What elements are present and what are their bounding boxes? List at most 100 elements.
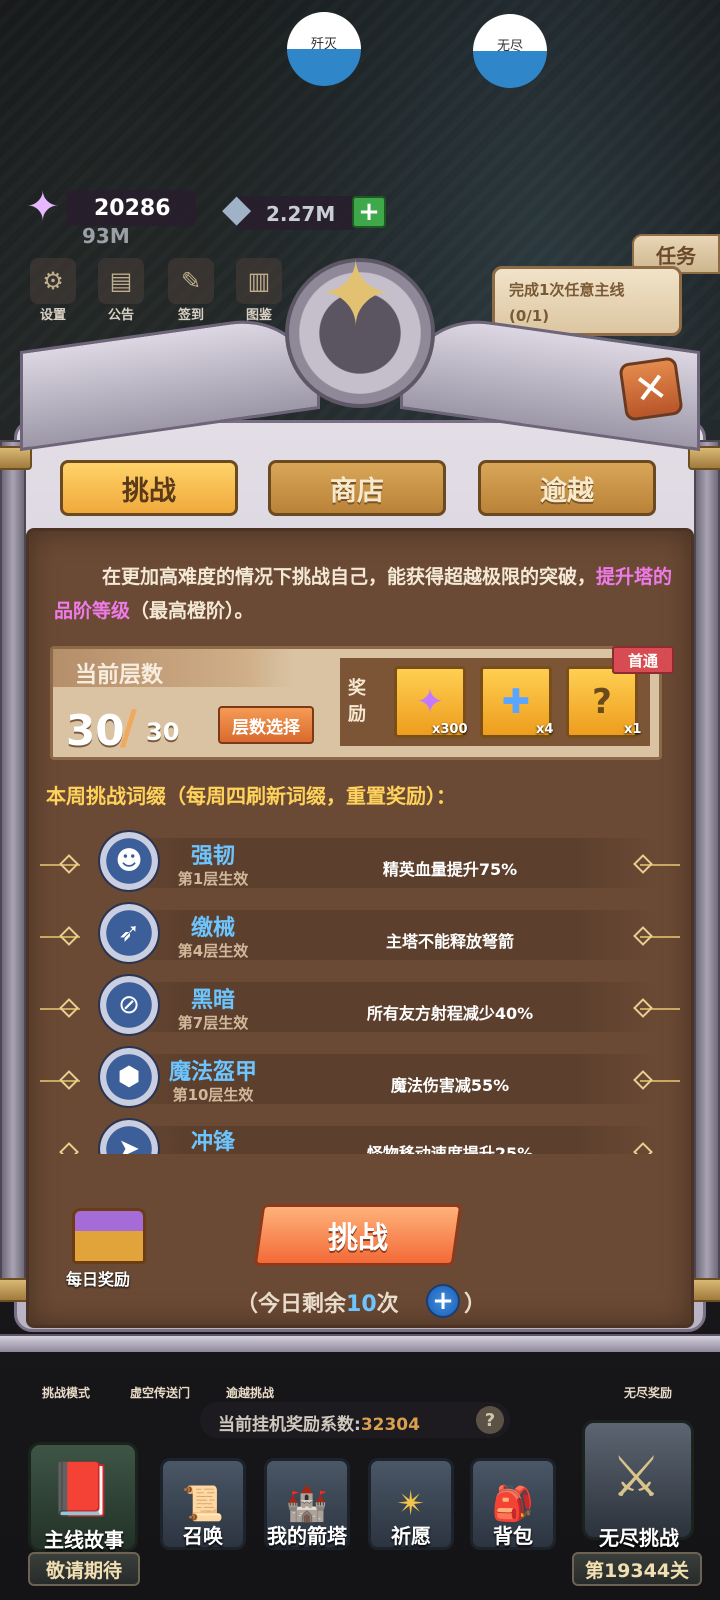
crystal-icon: ◆ (222, 186, 252, 230)
add-attempts-button[interactable]: + (426, 1284, 460, 1318)
demon-plus-icon: ☻ (98, 830, 160, 892)
description-tail: （最高橙阶）。 (130, 600, 254, 622)
broken-arrow-icon: ➶ (98, 902, 160, 964)
mystery-box-icon: ? (592, 682, 612, 722)
floor-max: 30 (146, 718, 180, 746)
challenge-description: 在更加高难度的情况下挑战自己，能获得超越极限的突破，提升塔的品阶等级（最高橙阶）… (54, 560, 680, 628)
affix-row: ➤ 冲锋 怪物移动速度提升25% (40, 1118, 680, 1154)
endless-level-badge: 第19344关 (572, 1552, 702, 1586)
rainbow-star-icon: ✦ (415, 682, 445, 722)
hexagon-armor-icon: ⬢ (98, 1046, 160, 1108)
settings-button[interactable]: ⚙ 设置 (30, 258, 83, 323)
affix-floor: 第1层生效 (177, 870, 249, 888)
diamond-ornament-icon (59, 1142, 79, 1154)
affix-floor: 第4层生效 (177, 942, 249, 960)
diamond-ornament-icon (59, 998, 79, 1018)
challenge-mode-label[interactable]: 挑战模式 (42, 1384, 90, 1401)
remaining-unit: 次 (376, 1292, 399, 1317)
crossed-eye-icon: ⊘ (98, 974, 160, 1036)
endless-reward-label[interactable]: 无尽奖励 (624, 1384, 672, 1401)
affix-row: ⊘ 黑暗 第7层生效 所有友方射程减少40% (40, 974, 680, 1036)
left-pillar (0, 440, 26, 1300)
compass-star-icon: ✦ (318, 242, 394, 347)
checkin-button[interactable]: ✎ 签到 (168, 258, 221, 323)
void-portal-label[interactable]: 虚空传送门 (130, 1384, 190, 1401)
right-pillar (694, 440, 720, 1300)
scroll-summon-icon: 📜 (181, 1484, 225, 1524)
annihilate-mode-button[interactable]: 歼灭 (287, 12, 361, 86)
checkin-label: 签到 (177, 308, 204, 323)
description-text: 在更加高难度的情况下挑战自己，能获得超越极限的突破， (102, 566, 597, 588)
first-clear-badge: 首通 (612, 646, 674, 674)
daily-reward-label: 每日奖励 (66, 1270, 131, 1289)
book-icon: ▥ (236, 258, 282, 304)
affix-effect: 精英血量提升75% (382, 860, 518, 879)
floor-header: 当前层数 (53, 649, 293, 688)
tab-challenge[interactable]: 挑战 (60, 460, 238, 516)
sword-shield-icon: ⚔ (611, 1445, 662, 1510)
coef-label: 当前挂机奖励系数: (218, 1415, 361, 1435)
scroll-icon: ▤ (98, 258, 144, 304)
affix-name: 魔法盔甲 (168, 1060, 257, 1085)
remaining-open: （今日剩余 (236, 1292, 347, 1317)
help-icon[interactable]: ? (476, 1406, 504, 1434)
tab-shop[interactable]: 商店 (268, 460, 446, 516)
annihilate-label: 歼灭 (310, 36, 337, 52)
endless-challenge-label: 无尽挑战 (599, 1526, 679, 1550)
affix-name: 冲锋 (190, 1130, 235, 1154)
star-wish-icon: ✴ (396, 1484, 426, 1524)
settings-label: 设置 (39, 308, 66, 323)
idle-reward-coefficient: 当前挂机奖励系数:32304 (200, 1402, 510, 1438)
announcement-button[interactable]: ▤ 公告 (98, 258, 151, 323)
reward-label: 奖励 (348, 678, 366, 725)
panel-bottom-bar (0, 1334, 720, 1352)
rainbow-star-icon: ✦ (26, 184, 60, 230)
endless-mode-button[interactable]: 无尽 (473, 14, 547, 88)
task-progress: (0/1) (509, 307, 550, 325)
announcement-label: 公告 (107, 308, 134, 323)
tab-transcend[interactable]: 逾越 (478, 460, 656, 516)
story-book-icon: 📕 (49, 1460, 114, 1520)
remaining-close: ） (464, 1292, 487, 1317)
puzzle-piece-icon: ✚ (501, 682, 531, 722)
wish-label: 祈愿 (391, 1524, 431, 1548)
transcend-challenge-label[interactable]: 逾越挑战 (226, 1384, 274, 1401)
affix-floor: 第7层生效 (177, 1014, 249, 1032)
diamond-ornament-icon (59, 1070, 79, 1090)
affix-row: ☻ 强韧 第1层生效 精英血量提升75% (40, 830, 680, 892)
reward-count-1: x300 (432, 722, 468, 737)
codex-button[interactable]: ▥ 图鉴 (236, 258, 289, 323)
affix-name: 黑暗 (190, 988, 235, 1013)
gear-icon: ⚙ (30, 258, 76, 304)
floor-select-button[interactable]: 层数选择 (218, 706, 314, 744)
reward-count-2: x4 (536, 722, 554, 737)
coef-value: 32304 (360, 1415, 420, 1435)
affix-row: ⬢ 魔法盔甲 第10层生效 魔法伤害减55% (40, 1046, 680, 1108)
backpack-icon: 🎒 (491, 1484, 535, 1524)
affix-name: 强韧 (190, 844, 235, 869)
feather-icon: ✎ (168, 258, 214, 304)
remaining-count: 10 (346, 1292, 377, 1317)
backpack-label: 背包 (493, 1524, 533, 1548)
add-crystal-button[interactable]: + (352, 196, 386, 228)
start-challenge-button[interactable]: 挑战 (253, 1204, 463, 1266)
weekly-affix-title: 本周挑战词缀（每周四刷新词缀，重置奖励）： (46, 784, 456, 808)
charge-icon: ➤ (98, 1118, 160, 1154)
close-button[interactable]: ✕ (618, 356, 684, 422)
star-currency-value: 20286 (94, 196, 171, 221)
crystal-currency-value: 2.27M (266, 202, 336, 226)
affix-effect: 主塔不能释放弩箭 (385, 932, 514, 951)
tower-icon: 🏰 (285, 1484, 329, 1524)
remaining-attempts: （今日剩余10次 (236, 1286, 399, 1318)
floor-current: 30 (66, 706, 125, 755)
story-status-badge: 敬请期待 (28, 1552, 140, 1586)
affix-effect: 所有友方射程减少40% (366, 1004, 534, 1023)
affix-row: ➶ 缴械 第4层生效 主塔不能释放弩箭 (40, 902, 680, 964)
diamond-ornament-icon (59, 926, 79, 946)
daily-reward-chest-icon[interactable] (72, 1208, 146, 1264)
affix-effect: 怪物移动速度提升25% (366, 1144, 534, 1154)
affix-list[interactable]: ☻ 强韧 第1层生效 精英血量提升75% ➶ 缴械 第4层生效 主塔不能释放弩箭… (40, 830, 680, 1154)
diamond-ornament-icon (59, 854, 79, 874)
task-line-1: 完成1次任意主线 (509, 281, 625, 299)
endless-label: 无尽 (496, 38, 523, 54)
